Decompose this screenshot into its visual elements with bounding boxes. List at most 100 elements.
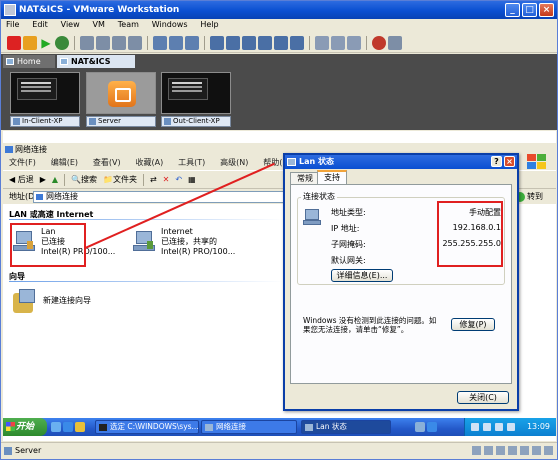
tray-ime-icon[interactable]: [427, 422, 437, 432]
menu-edit[interactable]: Edit: [27, 19, 53, 30]
thumbnail-out-client-xp[interactable]: Out-Client-XP: [161, 72, 231, 128]
tab-home[interactable]: Home: [3, 55, 55, 68]
vm-icon: [4, 447, 12, 455]
thumbnail-in-client-xp[interactable]: In-Client-XP: [10, 72, 80, 128]
tab-general[interactable]: 常规: [290, 172, 320, 184]
power-on-icon[interactable]: ▶: [39, 36, 53, 50]
usb-icon[interactable]: [532, 446, 541, 455]
minimize-button[interactable]: _: [505, 3, 520, 17]
start-button[interactable]: 开始: [3, 418, 47, 436]
menu-view[interactable]: View: [56, 19, 85, 30]
tray-security-icon[interactable]: [495, 423, 503, 431]
undo-icon[interactable]: ↶: [175, 175, 182, 184]
menu-file[interactable]: File: [1, 19, 24, 30]
revert-snapshot-icon[interactable]: [96, 35, 110, 50]
quick-switch-icon[interactable]: [226, 35, 240, 50]
folders-button[interactable]: 📁文件夹: [103, 174, 137, 185]
nc-menu-tools[interactable]: 工具(T): [172, 156, 211, 170]
maximize-button[interactable]: □: [522, 3, 537, 17]
repair-button[interactable]: 修复(P): [451, 318, 495, 331]
taskbar-item-cmd[interactable]: 选定 C:\WINDOWS\sys...: [95, 420, 199, 434]
connection-status-label: 连接状态: [301, 191, 337, 202]
power-off-icon[interactable]: [7, 35, 21, 50]
taskbar-item-label: Lan 状态: [316, 422, 347, 431]
record-icon[interactable]: [372, 35, 386, 50]
summary-view-icon[interactable]: [242, 35, 256, 50]
sidebar-toggle-icon[interactable]: [290, 35, 304, 50]
thumbnail-label: In-Client-XP: [10, 116, 80, 127]
console-view-icon[interactable]: [258, 35, 272, 50]
menu-help[interactable]: Help: [195, 19, 223, 30]
settings-icon[interactable]: [315, 35, 329, 50]
connection-device: Intel(R) PRO/100...: [161, 247, 236, 256]
network-adapter-icon[interactable]: [508, 446, 517, 455]
internet-explorer-icon[interactable]: [63, 422, 73, 432]
go-button[interactable]: 转到: [513, 190, 553, 204]
toolbar-separator: [64, 173, 66, 186]
nc-menu-favorites[interactable]: 收藏(A): [129, 156, 169, 170]
network-folder-icon: [205, 424, 213, 431]
support-panel: 连接状态 地址类型: 手动配置 IP 地址: 192.168.0.1 子网掩码:…: [290, 184, 512, 384]
move-icon[interactable]: ⇄: [150, 175, 157, 184]
sound-icon[interactable]: [544, 446, 553, 455]
network-icon[interactable]: [169, 35, 183, 50]
menu-vm[interactable]: VM: [88, 19, 110, 30]
taskbar-item-network-connections[interactable]: 网络连接: [201, 420, 297, 434]
hard-disk-icon[interactable]: [472, 446, 481, 455]
clone-icon[interactable]: [128, 35, 142, 50]
details-button[interactable]: 详细信息(E)...: [331, 269, 393, 282]
tray-network-icon[interactable]: [415, 422, 425, 432]
network-folder-icon: [36, 194, 43, 200]
up-icon[interactable]: ▲: [52, 175, 58, 184]
devices-icon[interactable]: [347, 35, 361, 50]
tab-natics[interactable]: NAT&ICS: [57, 55, 135, 68]
search-button[interactable]: 🔍搜索: [71, 174, 97, 185]
suspend-icon[interactable]: [23, 35, 37, 50]
new-connection-wizard-link[interactable]: 新建连接向导: [43, 295, 91, 306]
taskbar-item-lan-status[interactable]: Lan 状态: [301, 420, 391, 434]
nc-menu-view[interactable]: 查看(V): [87, 156, 127, 170]
new-connection-wizard-icon[interactable]: [13, 289, 37, 315]
tab-natics-label: NAT&ICS: [71, 57, 111, 66]
tab-support[interactable]: 支持: [317, 170, 347, 184]
console-icon[interactable]: [185, 35, 199, 50]
vm-tab-strip: Home NAT&ICS: [1, 54, 557, 68]
close-button[interactable]: ×: [539, 3, 554, 17]
address-type-label: 地址类型:: [331, 208, 366, 217]
snapshot-icon[interactable]: [80, 35, 94, 50]
cdrom-icon[interactable]: [484, 446, 493, 455]
dialog-close-icon[interactable]: ×: [504, 156, 515, 167]
vm-icon: [89, 118, 96, 125]
thumbnail-label: Server: [86, 116, 156, 127]
floppy-icon[interactable]: [496, 446, 505, 455]
views-icon[interactable]: ▦: [188, 175, 196, 184]
team-icon[interactable]: [153, 35, 167, 50]
tray-volume-icon[interactable]: [483, 423, 491, 431]
show-desktop-icon[interactable]: [51, 422, 61, 432]
nc-menu-edit[interactable]: 编辑(E): [45, 156, 84, 170]
reset-icon[interactable]: [55, 35, 69, 50]
delete-icon[interactable]: ✕: [163, 175, 170, 184]
explorer-icon[interactable]: [75, 422, 85, 432]
nc-menu-advanced[interactable]: 高级(N): [214, 156, 254, 170]
forward-icon[interactable]: ▶: [40, 175, 46, 184]
connection-internet[interactable]: Internet 已连接，共享的 Intel(R) PRO/100...: [133, 227, 273, 267]
snapshot-manager-icon[interactable]: [112, 35, 126, 50]
network-adapter-icon[interactable]: [520, 446, 529, 455]
toolbar-separator: [142, 173, 144, 186]
tray-network-icon[interactable]: [471, 423, 479, 431]
fullscreen-icon[interactable]: [210, 35, 224, 50]
thumbnail-server[interactable]: Server: [86, 72, 156, 128]
guest-screen[interactable]: 网络连接 文件(F) 编辑(E) 查看(V) 收藏(A) 工具(T) 高级(N)…: [3, 131, 556, 441]
capture-icon[interactable]: [388, 35, 402, 50]
message-log-icon[interactable]: [331, 35, 345, 50]
thumbnail-view-icon[interactable]: [274, 35, 288, 50]
vmware-menubar: File Edit View VM Team Windows Help: [1, 19, 557, 33]
dialog-close-button[interactable]: 关闭(C): [457, 391, 509, 404]
menu-team[interactable]: Team: [113, 19, 144, 30]
tray-update-icon[interactable]: [507, 423, 515, 431]
back-button[interactable]: ◀ 后退: [9, 174, 34, 185]
nc-menu-file[interactable]: 文件(F): [3, 156, 42, 170]
help-icon[interactable]: ?: [491, 156, 502, 167]
menu-windows[interactable]: Windows: [147, 19, 193, 30]
